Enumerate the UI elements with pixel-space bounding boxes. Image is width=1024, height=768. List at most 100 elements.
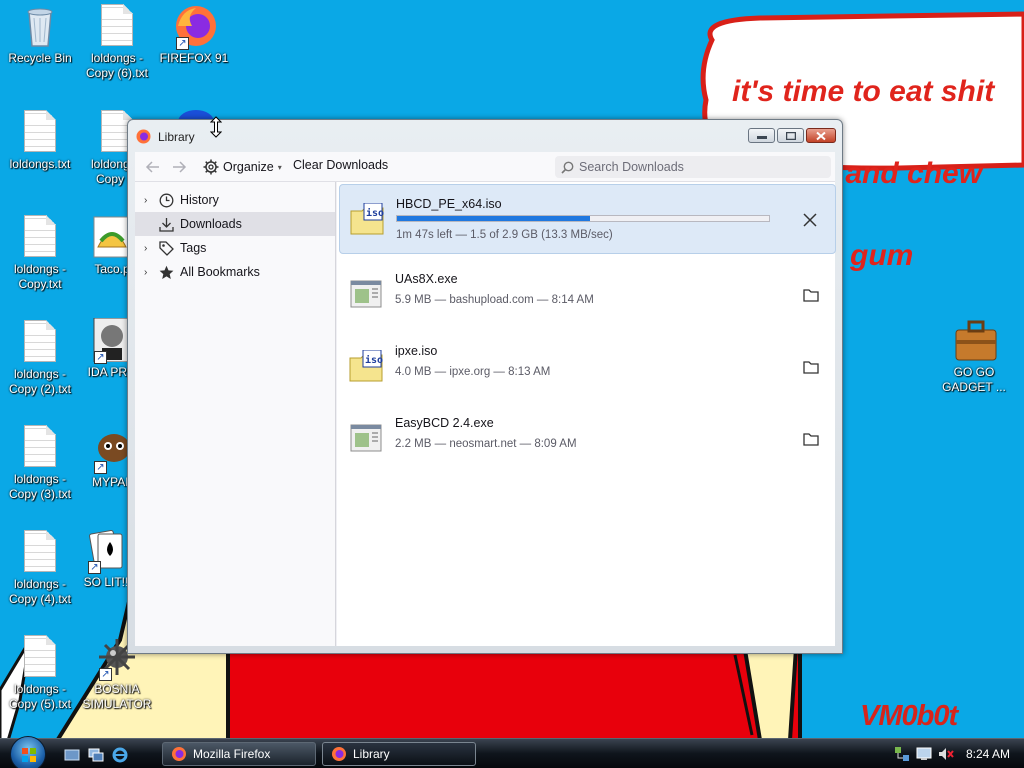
text-file-icon — [20, 425, 60, 469]
desktop-icon-loldongs-copy-6[interactable]: loldongs - Copy (6).txt — [77, 4, 157, 81]
show-in-folder-button[interactable] — [802, 430, 820, 448]
switch-windows-icon[interactable] — [88, 747, 104, 763]
cancel-icon — [803, 213, 817, 227]
download-status: 4.0 MB — ipxe.org — 8:13 AM — [395, 366, 551, 378]
show-in-folder-button[interactable] — [802, 358, 820, 376]
download-progress-bar — [396, 215, 770, 222]
taco-image-icon — [92, 215, 132, 259]
download-status: 1m 47s left — 1.5 of 2.9 GB (13.3 MB/sec… — [396, 229, 613, 241]
svg-text:iso: iso — [366, 207, 384, 219]
title-bar[interactable]: Library — [128, 120, 842, 152]
desktop-icon-loldongs-copy-5[interactable]: loldongs - Copy (5).txt — [0, 635, 80, 712]
windows-logo-icon — [22, 748, 36, 762]
show-in-folder-button[interactable] — [802, 286, 820, 304]
chevron-right-icon[interactable]: › — [144, 243, 156, 254]
download-filename: UAs8X.exe — [395, 272, 458, 286]
iso-file-icon: iso — [349, 349, 383, 382]
firefox-icon — [136, 129, 151, 144]
desktop-icon-loldongs-copy[interactable]: loldongs - Copy.txt — [0, 215, 80, 292]
briefcase-icon — [954, 318, 997, 362]
download-filename: ipxe.iso — [395, 344, 438, 358]
minimize-icon — [756, 135, 767, 139]
organize-label: Organize — [223, 160, 274, 174]
desktop-icon-loldongs-copy-3[interactable]: loldongs - Copy (3).txt — [0, 425, 80, 502]
ida-pro-icon: ↗ — [92, 317, 132, 364]
taskbar-button-mozilla-firefox[interactable]: Mozilla Firefox — [162, 742, 316, 766]
network-icon[interactable] — [894, 746, 910, 762]
search-input[interactable] — [579, 160, 819, 174]
mypal-icon: ↗ — [92, 428, 132, 474]
text-file-icon — [97, 4, 137, 48]
solitaire-icon: ↗ — [86, 528, 126, 574]
text-file-icon — [20, 320, 60, 364]
sidebar-item-all-bookmarks[interactable]: › All Bookmarks — [135, 260, 335, 284]
download-filename: HBCD_PE_x64.iso — [396, 197, 502, 211]
download-item-easybcd[interactable]: EasyBCD 2.4.exe 2.2 MB — neosmart.net — … — [339, 404, 836, 474]
watermark: VM0b0t — [860, 700, 958, 732]
download-icon — [158, 216, 174, 232]
exe-file-icon — [349, 278, 383, 310]
start-button[interactable] — [10, 736, 46, 768]
download-item-uas8x[interactable]: UAs8X.exe 5.9 MB — bashupload.com — 8:14… — [339, 260, 836, 330]
back-button[interactable] — [145, 159, 161, 175]
star-icon — [158, 264, 174, 280]
firefox-icon — [332, 747, 346, 761]
cancel-download-button[interactable] — [801, 211, 819, 229]
exe-file-icon — [349, 422, 383, 454]
sidebar-item-label: All Bookmarks — [180, 265, 260, 279]
volume-muted-icon[interactable] — [938, 746, 954, 762]
clear-downloads-button[interactable]: Clear Downloads — [293, 158, 388, 172]
sidebar-item-downloads[interactable]: Downloads — [135, 212, 335, 236]
taskbar-button-library[interactable]: Library — [322, 742, 476, 766]
desktop-icon-firefox-91[interactable]: ↗ FIREFOX 91 — [154, 4, 234, 66]
display-icon[interactable] — [916, 746, 932, 762]
clock-icon — [158, 192, 174, 208]
arrow-right-icon — [173, 161, 187, 173]
clear-downloads-label: Clear Downloads — [293, 158, 389, 172]
text-file-icon — [20, 110, 60, 154]
text-file-icon — [20, 635, 60, 679]
download-status: 5.9 MB — bashupload.com — 8:14 AM — [395, 294, 594, 306]
taskbar-button-label: Library — [353, 747, 390, 761]
internet-explorer-icon[interactable] — [112, 747, 128, 763]
desktop-icon-go-go-gadget[interactable]: GO GO GADGET ... — [934, 318, 1014, 395]
tag-icon — [158, 240, 174, 256]
sidebar-item-label: Tags — [180, 241, 207, 255]
taskbar: Mozilla Firefox Library 8:24 AM — [0, 736, 1024, 768]
clock[interactable]: 8:24 AM — [966, 747, 1010, 761]
desktop-icon-loldongs-copy-2[interactable]: loldongs - Copy (2).txt — [0, 320, 80, 397]
chevron-right-icon[interactable]: › — [144, 267, 156, 278]
show-desktop-icon[interactable] — [64, 747, 80, 763]
sidebar-item-history[interactable]: › History — [135, 188, 335, 212]
download-item-ipxe[interactable]: iso ipxe.iso 4.0 MB — ipxe.org — 8:13 AM — [339, 332, 836, 402]
desktop-icon-recycle-bin[interactable]: Recycle Bin — [0, 4, 80, 66]
search-icon — [561, 161, 574, 174]
download-status: 2.2 MB — neosmart.net — 8:09 AM — [395, 438, 577, 450]
gear-icon — [203, 159, 219, 175]
download-progress-fill — [397, 216, 591, 221]
library-window[interactable]: Library Organize ▾ Clear Downloads Searc… — [127, 119, 843, 654]
svg-text:iso: iso — [365, 354, 383, 366]
minimize-button[interactable] — [748, 128, 775, 143]
sidebar-item-tags[interactable]: › Tags — [135, 236, 335, 260]
taskbar-button-label: Mozilla Firefox — [193, 747, 271, 761]
download-item-hbcd[interactable]: iso HBCD_PE_x64.iso 1m 47s left — 1.5 of… — [339, 184, 836, 254]
search-field[interactable] — [555, 156, 831, 178]
chevron-down-icon: ▾ — [277, 162, 282, 172]
maximize-button[interactable] — [777, 128, 804, 143]
close-icon — [816, 131, 826, 140]
forward-button[interactable] — [171, 159, 187, 175]
firefox-icon: ↗ — [174, 4, 216, 50]
downloads-list: iso HBCD_PE_x64.iso 1m 47s left — 1.5 of… — [337, 182, 836, 646]
sidebar-item-label: History — [180, 193, 219, 207]
library-sidebar: › History Downloads › Tags › All Bookmar… — [135, 182, 336, 646]
library-toolbar: Organize ▾ Clear Downloads — [135, 152, 835, 182]
system-tray: 8:24 AM — [884, 739, 1024, 768]
close-button[interactable] — [806, 128, 836, 143]
organize-button[interactable]: Organize ▾ — [203, 159, 282, 175]
folder-icon — [803, 289, 819, 302]
desktop-icon-loldongs[interactable]: loldongs.txt — [0, 110, 80, 172]
chevron-right-icon[interactable]: › — [144, 195, 156, 206]
arrow-left-icon — [145, 161, 159, 173]
text-file-icon — [20, 215, 60, 259]
